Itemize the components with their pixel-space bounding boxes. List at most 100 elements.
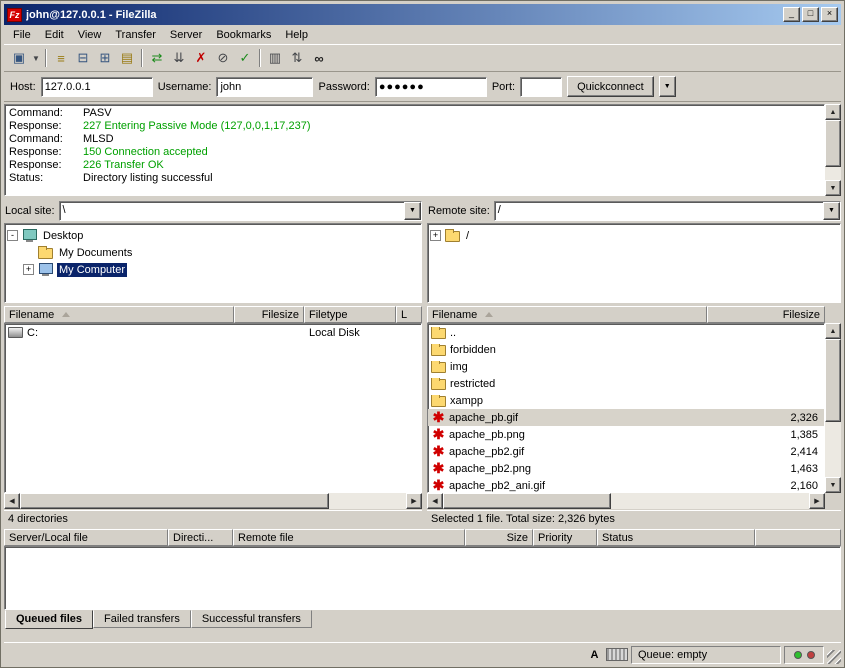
log-line: Response: 226 Transfer OK [9,159,824,172]
tree-item-my-documents[interactable]: My Documents [7,244,419,261]
chevron-down-icon[interactable]: ▼ [404,202,421,220]
local-file-row[interactable]: C: Local Disk [5,324,421,341]
process-queue-icon[interactable]: ⇊ [168,47,190,69]
scroll-down-icon[interactable]: ▼ [825,477,841,493]
file-name: xampp [450,395,483,407]
tab-successful-transfers[interactable]: Successful transfers [191,610,312,628]
column-header-lastmodified[interactable]: L [396,306,422,323]
column-header-remote-file[interactable]: Remote file [233,529,465,546]
site-manager-icon[interactable]: ▣ [8,47,30,69]
remote-file-row[interactable]: apache_pb2.gif 2,414 [428,443,824,460]
quickconnect-button[interactable]: Quickconnect [567,76,654,97]
remote-file-row[interactable]: img [428,358,824,375]
remote-vertical-scrollbar[interactable]: ▲ ▼ [825,323,841,493]
toggle-queue-view-icon[interactable]: ▤ [116,47,138,69]
host-input[interactable] [41,77,153,97]
log-line: Command: PASV [9,107,824,120]
folder-icon [445,231,460,242]
column-header-status[interactable]: Status [597,529,755,546]
column-header-server-local-file[interactable]: Server/Local file [4,529,168,546]
menu-server[interactable]: Server [163,27,209,43]
log-line-label: Response: [9,146,83,159]
tab-queued-files[interactable]: Queued files [5,610,93,629]
remote-file-row[interactable]: apache_pb.png 1,385 [428,426,824,443]
expand-icon[interactable]: + [430,230,441,241]
transfer-type-icon[interactable]: A [586,647,603,663]
queue-tabs: Queued files Failed transfers Successful… [4,610,841,630]
refresh-icon[interactable]: ⇄ [146,47,168,69]
column-header-filetype[interactable]: Filetype [304,306,396,323]
chevron-down-icon[interactable]: ▼ [823,202,840,220]
remote-file-row[interactable]: apache_pb2_ani.gif 2,160 [428,477,824,493]
local-horizontal-scrollbar[interactable]: ◀ ▶ [4,493,422,509]
remote-file-row-selected[interactable]: apache_pb.gif 2,326 [428,409,824,426]
tree-item-root[interactable]: + / [430,227,838,244]
toggle-message-log-icon[interactable]: ≡ [50,47,72,69]
port-label: Port: [492,81,515,93]
column-header-filename[interactable]: Filename [4,306,234,323]
tab-failed-transfers[interactable]: Failed transfers [93,610,191,628]
resize-grip[interactable] [827,650,841,664]
menu-bar: File Edit View Transfer Server Bookmarks… [4,25,841,45]
remote-horizontal-scrollbar[interactable]: ◀ ▶ [427,493,825,509]
menu-transfer[interactable]: Transfer [108,27,163,43]
cancel-icon[interactable]: ✗ [190,47,212,69]
close-button[interactable]: × [821,7,838,22]
log-line-label: Response: [9,159,83,172]
collapse-icon[interactable]: - [7,230,18,241]
column-header-direction[interactable]: Directi... [168,529,233,546]
column-header-filename[interactable]: Filename [427,306,707,323]
column-header-priority[interactable]: Priority [533,529,597,546]
remote-file-row[interactable]: forbidden [428,341,824,358]
local-site-value: \ [60,202,404,220]
remote-file-row[interactable]: xampp [428,392,824,409]
menu-edit[interactable]: Edit [38,27,71,43]
find-files-icon[interactable]: ∞ [308,47,330,69]
site-manager-dropdown-icon[interactable]: ▼ [30,47,42,69]
column-header-size[interactable]: Size [465,529,533,546]
menu-view[interactable]: View [71,27,109,43]
synchronized-browsing-icon[interactable]: ⇅ [286,47,308,69]
remote-site-combo[interactable]: / ▼ [494,201,841,221]
scroll-right-icon[interactable]: ▶ [406,493,422,509]
scroll-down-icon[interactable]: ▼ [825,180,841,196]
remote-file-row[interactable]: apache_pb2.png 1,463 [428,460,824,477]
disconnect-icon[interactable]: ⊘ [212,47,234,69]
scroll-up-icon[interactable]: ▲ [825,104,841,120]
scroll-left-icon[interactable]: ◀ [4,493,20,509]
password-input[interactable] [375,77,487,97]
expand-icon[interactable]: + [23,264,34,275]
file-size: 1,463 [708,463,824,475]
username-input[interactable] [216,77,313,97]
quickconnect-dropdown-icon[interactable]: ▼ [659,76,676,97]
scroll-left-icon[interactable]: ◀ [427,493,443,509]
toggle-remote-tree-icon[interactable]: ⊞ [94,47,116,69]
remote-file-row[interactable]: restricted [428,375,824,392]
speed-limit-icon[interactable] [606,648,628,661]
filter-icon[interactable]: ✓ [234,47,256,69]
host-label: Host: [10,81,36,93]
log-vertical-scrollbar[interactable]: ▲ ▼ [825,104,841,196]
scroll-up-icon[interactable]: ▲ [825,323,841,339]
tree-item-my-computer[interactable]: + My Computer [7,261,419,278]
tree-item-label: Desktop [41,229,85,243]
directory-comparison-icon[interactable]: ▥ [264,47,286,69]
maximize-button[interactable]: □ [802,7,819,22]
menu-bookmarks[interactable]: Bookmarks [209,27,278,43]
remote-file-row[interactable]: .. [428,324,824,341]
tree-item-desktop[interactable]: - Desktop [7,227,419,244]
port-input[interactable] [520,77,562,97]
quickconnect-bar: Host: Username: Password: Port: Quickcon… [4,72,841,102]
minimize-button[interactable]: _ [783,7,800,22]
local-site-combo[interactable]: \ ▼ [59,201,422,221]
file-name: restricted [450,378,495,390]
file-name: apache_pb.png [449,429,525,441]
column-header-filesize[interactable]: Filesize [707,306,825,323]
transfer-queue-list[interactable] [4,546,841,610]
title-bar[interactable]: Fz john@127.0.0.1 - FileZilla _ □ × [4,4,841,25]
toggle-local-tree-icon[interactable]: ⊟ [72,47,94,69]
scroll-right-icon[interactable]: ▶ [809,493,825,509]
column-header-filesize[interactable]: Filesize [234,306,304,323]
menu-file[interactable]: File [6,27,38,43]
menu-help[interactable]: Help [278,27,315,43]
